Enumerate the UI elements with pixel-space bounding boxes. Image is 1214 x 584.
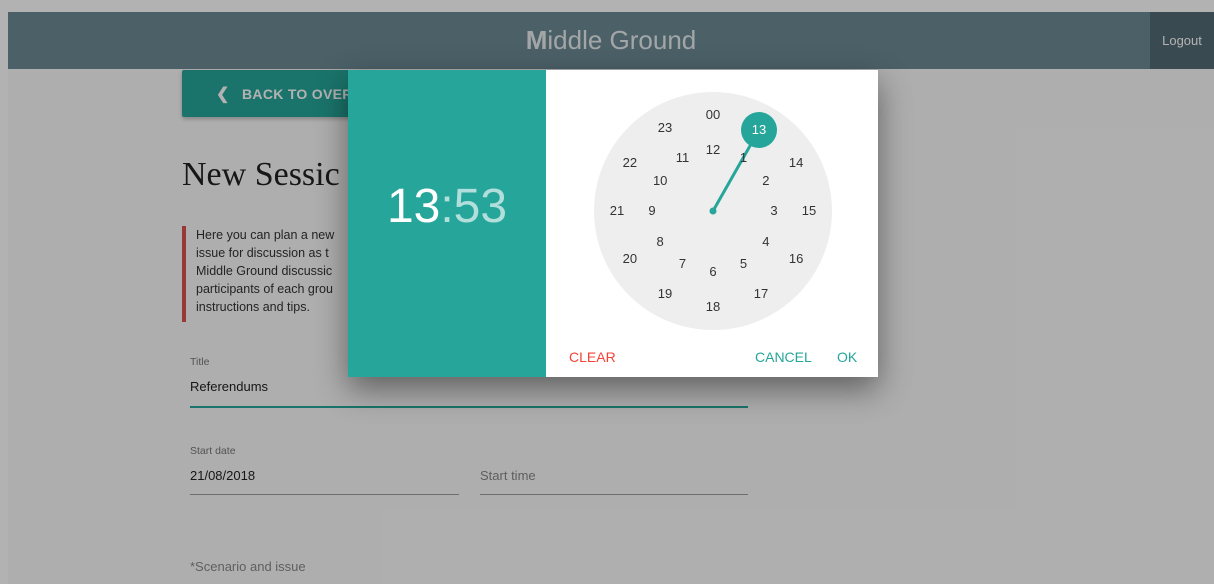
- dial-hour-outer-15[interactable]: 15: [795, 202, 823, 220]
- dial-hour-inner-10[interactable]: 10: [646, 172, 674, 190]
- dial-hour-outer-16[interactable]: 16: [782, 250, 810, 268]
- dial-hour-outer-23[interactable]: 23: [651, 119, 679, 137]
- dial-hour-inner-2[interactable]: 2: [752, 172, 780, 190]
- dial-hour-inner-8[interactable]: 8: [646, 233, 674, 251]
- dial-hour-outer-21[interactable]: 21: [603, 202, 631, 220]
- selected-hour-marker[interactable]: 13: [741, 112, 777, 148]
- dial-hour-inner-6[interactable]: 6: [699, 263, 727, 281]
- dial-hour-outer-19[interactable]: 19: [651, 285, 679, 303]
- dial-hour-inner-1[interactable]: 1: [730, 149, 758, 167]
- dial-hour-inner-7[interactable]: 7: [669, 255, 697, 273]
- dial-hour-inner-5[interactable]: 5: [730, 255, 758, 273]
- dial-hour-outer-14[interactable]: 14: [782, 154, 810, 172]
- ok-button[interactable]: OK: [837, 349, 857, 365]
- clock-hand: [709, 129, 761, 215]
- dial-hour-inner-11[interactable]: 11: [669, 149, 697, 167]
- dial-hour-outer-18[interactable]: 18: [699, 298, 727, 316]
- clear-button[interactable]: CLEAR: [569, 349, 616, 365]
- dial-hour-outer-00[interactable]: 00: [699, 106, 727, 124]
- dial-hour-inner-4[interactable]: 4: [752, 233, 780, 251]
- time-picker-dialog: 13:53 00 14 15 16 17 18 19 20 21 22 23 12 1 2 3 4 5 6 7 8 9 1…: [348, 70, 878, 377]
- dial-hour-inner-3[interactable]: 3: [760, 202, 788, 220]
- dial-hour-outer-22[interactable]: 22: [616, 154, 644, 172]
- dial-hour-outer-17[interactable]: 17: [747, 285, 775, 303]
- dial-hour-inner-12[interactable]: 12: [699, 141, 727, 159]
- dial-hour-outer-20[interactable]: 20: [616, 250, 644, 268]
- dial-hour-inner-9[interactable]: 9: [638, 202, 666, 220]
- cancel-button[interactable]: CANCEL: [755, 349, 812, 365]
